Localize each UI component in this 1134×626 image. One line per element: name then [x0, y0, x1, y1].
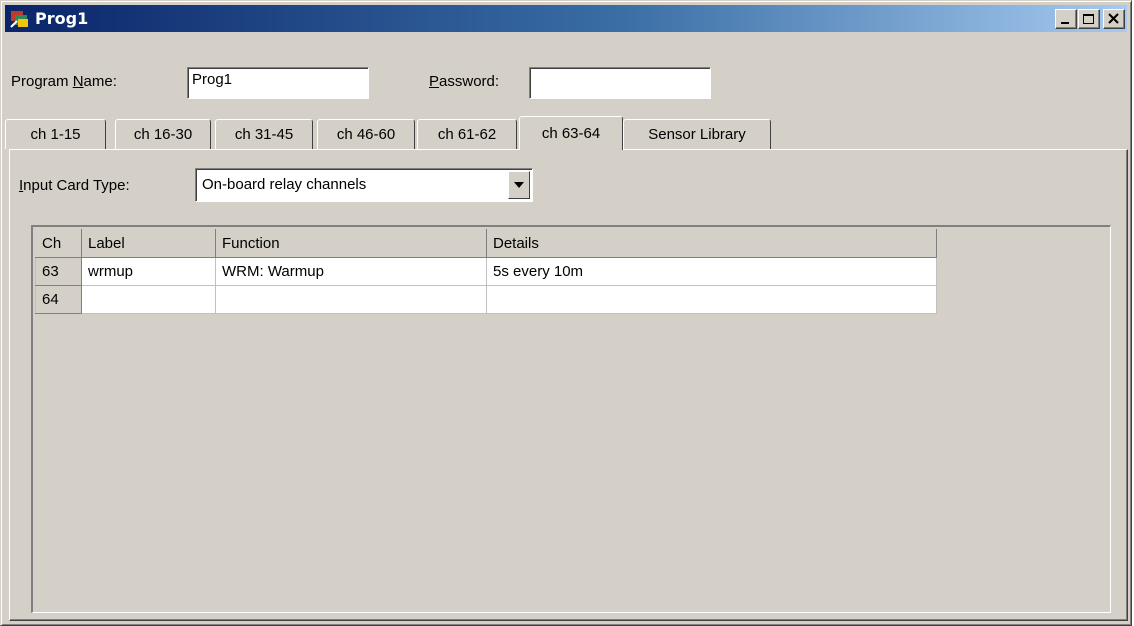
function-cell[interactable] [215, 285, 487, 314]
dropdown-button[interactable] [508, 171, 530, 199]
app-icon [10, 11, 28, 28]
tab-ch-1-15[interactable]: ch 1-15 [5, 119, 106, 149]
table-row: 64 [35, 285, 937, 314]
program-name-label: Program Name: [11, 73, 117, 90]
details-cell[interactable]: 5s every 10m [486, 257, 937, 286]
minimize-button[interactable] [1055, 9, 1077, 29]
column-header-details[interactable]: Details [486, 229, 937, 258]
channel-table: Ch Label Function Details 63 wrmup WRM: … [35, 229, 937, 314]
tab-ch-31-45[interactable]: ch 31-45 [215, 119, 313, 149]
minimize-icon [1061, 22, 1069, 24]
function-cell[interactable]: WRM: Warmup [215, 257, 487, 286]
table-row: 63 wrmup WRM: Warmup 5s every 10m [35, 257, 937, 286]
chevron-down-icon [514, 182, 524, 188]
close-button[interactable] [1103, 9, 1125, 29]
maximize-button[interactable] [1078, 9, 1100, 29]
ch-cell: 63 [35, 257, 82, 286]
tab-sensor-library[interactable]: Sensor Library [623, 119, 771, 149]
program-name-input[interactable]: Prog1 [187, 67, 369, 99]
title-bar[interactable]: Prog1 [5, 5, 1127, 32]
window-title: Prog1 [35, 9, 89, 28]
label-cell[interactable] [81, 285, 216, 314]
tab-ch-46-60[interactable]: ch 46-60 [317, 119, 415, 149]
program-window: Prog1 Program Name: Prog1 Password: ch 1… [0, 0, 1132, 626]
input-card-type-select[interactable]: On-board relay channels [195, 168, 533, 202]
close-icon [1108, 13, 1119, 24]
tab-ch-63-64[interactable]: ch 63-64 [519, 116, 623, 150]
details-cell[interactable] [486, 285, 937, 314]
maximize-icon [1083, 14, 1094, 24]
tab-ch-16-30[interactable]: ch 16-30 [115, 119, 211, 149]
password-label: Password: [429, 73, 500, 90]
ch-cell: 64 [35, 285, 82, 314]
tab-ch-61-62[interactable]: ch 61-62 [417, 119, 517, 149]
channel-grid[interactable]: Ch Label Function Details 63 wrmup WRM: … [31, 225, 1111, 613]
label-cell[interactable]: wrmup [81, 257, 216, 286]
column-header-label[interactable]: Label [81, 229, 216, 258]
input-card-type-label: Input Card Type: [19, 177, 130, 194]
table-header-row: Ch Label Function Details [35, 229, 937, 258]
column-header-function[interactable]: Function [215, 229, 487, 258]
input-card-type-value: On-board relay channels [202, 176, 367, 193]
password-input[interactable] [529, 67, 711, 99]
column-header-ch[interactable]: Ch [35, 229, 82, 258]
